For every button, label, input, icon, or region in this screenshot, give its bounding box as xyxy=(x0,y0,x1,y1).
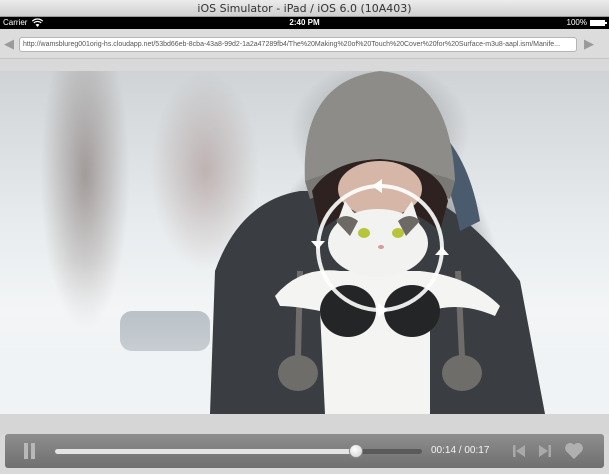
playback-time: 00:14 / 00:17 xyxy=(431,445,490,456)
scrubber-track[interactable] xyxy=(55,449,422,454)
forward-arrow-icon[interactable]: ▶ xyxy=(582,36,596,52)
status-time: 2:40 PM xyxy=(289,18,320,27)
scrubber-knob[interactable] xyxy=(348,444,363,458)
pause-icon[interactable] xyxy=(23,443,37,459)
spacer xyxy=(0,59,609,71)
url-field[interactable]: http://wamsblureg001orig-hs.cloudapp.net… xyxy=(19,37,577,52)
skip-forward-icon[interactable] xyxy=(537,443,553,459)
battery-icon xyxy=(590,20,607,26)
window-title: iOS Simulator - iPad / iOS 6.0 (10A403) xyxy=(197,2,412,15)
player-controls: 00:14 / 00:17 xyxy=(5,434,604,468)
heart-icon[interactable] xyxy=(564,442,584,460)
video-frame[interactable] xyxy=(0,71,609,414)
battery-percentage: 100% xyxy=(566,18,587,27)
skip-back-icon[interactable] xyxy=(511,443,527,459)
scrubber-progress xyxy=(55,449,356,454)
spacer xyxy=(0,414,609,434)
simulator-title-bar: iOS Simulator - iPad / iOS 6.0 (10A403) xyxy=(0,0,609,17)
video-scene xyxy=(210,71,545,414)
back-arrow-icon[interactable]: ◀ xyxy=(2,36,16,52)
browser-url-bar: ◀ http://wamsblureg001orig-hs.cloudapp.n… xyxy=(0,29,609,59)
ios-status-bar: Carrier 2:40 PM 100% xyxy=(0,17,609,29)
